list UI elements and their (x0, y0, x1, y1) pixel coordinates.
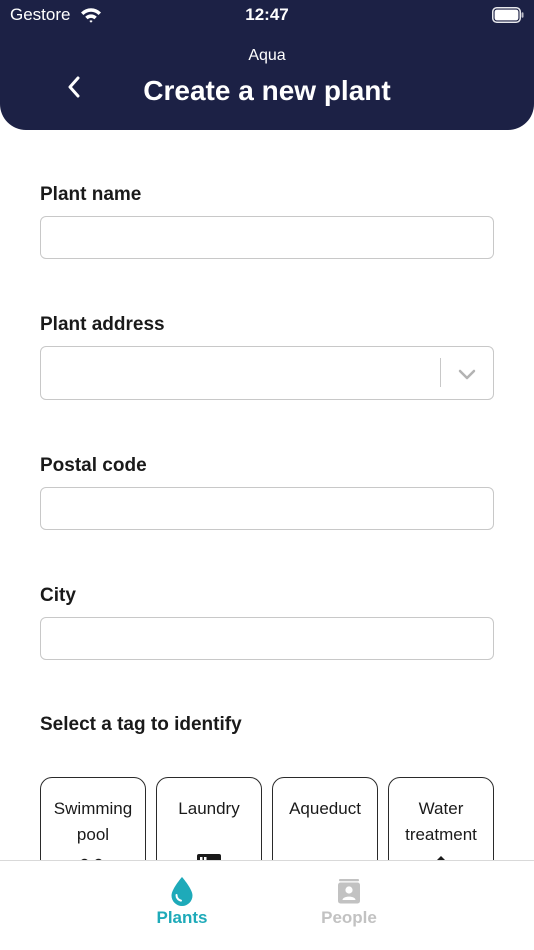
battery-icon (492, 7, 524, 23)
tag-label: Swimming pool (53, 799, 133, 844)
page-title: Create a new plant (143, 75, 391, 106)
tag-section-label: Select a tag to identify (40, 714, 242, 735)
status-time: 12:47 (245, 5, 289, 24)
status-bar: Gestore 12:47 (0, 0, 534, 32)
tab-plants[interactable]: Plants (122, 861, 242, 950)
city-input[interactable] (40, 617, 494, 660)
tab-plants-label: Plants (156, 908, 208, 927)
app-name: Aqua (248, 47, 286, 64)
plant-name-label: Plant name (40, 184, 142, 205)
water-drop-icon (171, 877, 193, 906)
tab-people[interactable]: People (289, 861, 409, 950)
plant-address-select[interactable] (40, 346, 494, 400)
city-label: City (40, 585, 76, 606)
tab-people-label: People (321, 908, 377, 927)
chevron-down-icon (458, 369, 476, 380)
select-divider (439, 358, 441, 387)
plant-name-input[interactable] (40, 216, 494, 259)
contact-card-icon (338, 879, 360, 904)
tab-bar: Plants People (0, 860, 534, 950)
postal-code-input[interactable] (40, 487, 494, 530)
tag-label: Aqueduct (289, 799, 361, 818)
tag-label: Water treatment (405, 799, 477, 844)
postal-code-label: Postal code (40, 455, 147, 476)
tag-label: Laundry (178, 799, 240, 818)
app-header: Gestore 12:47 Aqua Create a new plant (0, 0, 534, 130)
plant-address-label: Plant address (40, 314, 165, 335)
